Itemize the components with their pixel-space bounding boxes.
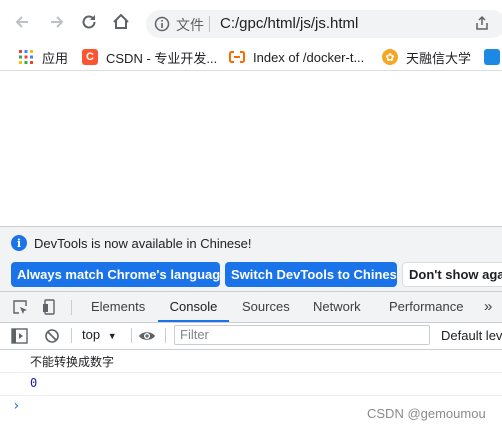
bookmark-label: CSDN - 专业开发... (106, 50, 218, 66)
bookmark-label: 应用 (42, 50, 69, 66)
back-icon[interactable] (12, 12, 32, 32)
toolbar-divider (71, 300, 72, 315)
csdn-icon: C (82, 49, 98, 65)
devtools-tabs: Elements Console Sources Network Perform… (0, 292, 502, 323)
context-value: top (82, 327, 101, 342)
dont-show-again-button[interactable]: Don't show agai (402, 262, 502, 287)
console-toolbar: top ▼ Filter Default lev (0, 323, 502, 350)
browser-toolbar: 文件 C:/gpc/html/js/js.html (0, 0, 502, 44)
toolbar-divider (131, 328, 132, 343)
bookmark-apps[interactable]: 应用 (18, 48, 68, 66)
aliyun-icon (229, 49, 245, 65)
tab-performance[interactable]: Performance (389, 292, 463, 322)
bookmark-overflow-icon (484, 49, 500, 65)
more-tabs-icon[interactable]: » (484, 292, 492, 322)
address-bar[interactable]: 文件 C:/gpc/html/js/js.html (146, 10, 502, 38)
switch-to-chinese-button[interactable]: Switch DevTools to Chinese (225, 262, 397, 287)
topsec-icon: ✿ (382, 49, 398, 65)
bookmark-csdn[interactable]: C CSDN - 专业开发... (82, 48, 217, 66)
watermark: CSDN @gemoumou (367, 406, 486, 421)
apps-grid-icon (18, 49, 34, 65)
home-icon[interactable] (111, 12, 131, 32)
reload-icon[interactable] (79, 12, 99, 32)
bookmark-docker-index[interactable]: Index of /docker-t... (229, 48, 364, 66)
page-content (0, 71, 502, 226)
bookmark-label: 天融信大学 (406, 50, 472, 66)
inspect-element-icon[interactable] (12, 299, 28, 315)
bookmark-overflow[interactable] (484, 48, 502, 66)
info-icon: i (11, 235, 27, 251)
console-message-number: 0 (30, 376, 38, 390)
infobar-message: DevTools is now available in Chinese! (34, 236, 252, 251)
tab-network[interactable]: Network (313, 292, 361, 322)
toolbar-divider (165, 328, 166, 343)
show-sidebar-icon[interactable] (11, 328, 28, 344)
clear-console-icon[interactable] (44, 328, 60, 344)
tab-console[interactable]: Console (158, 292, 229, 322)
address-prefix: 文件 (176, 17, 204, 33)
tab-elements[interactable]: Elements (91, 292, 145, 322)
device-toolbar-icon[interactable] (42, 299, 58, 315)
toolbar-divider (71, 328, 72, 343)
context-selector[interactable]: top ▼ (82, 327, 117, 342)
bookmark-label: Index of /docker-t... (253, 49, 365, 65)
always-match-language-button[interactable]: Always match Chrome's language (11, 262, 220, 287)
dropdown-arrow-icon: ▼ (107, 331, 117, 341)
devtools-panel: i DevTools is now available in Chinese! … (0, 226, 502, 433)
bookmarks-bar: 应用 C CSDN - 专业开发... Index of /docker-t..… (0, 44, 502, 71)
filter-input[interactable]: Filter (174, 325, 430, 345)
console-message: 0 (0, 373, 502, 396)
address-url[interactable]: C:/gpc/html/js/js.html (220, 15, 358, 32)
console-prompt-icon[interactable]: › (12, 398, 20, 414)
forward-icon[interactable] (47, 12, 67, 32)
console-message: 不能转换成数字 (0, 350, 502, 373)
log-levels-dropdown[interactable]: Default lev (441, 328, 502, 343)
live-expression-eye-icon[interactable] (138, 328, 155, 344)
bookmark-topsec[interactable]: ✿ 天融信大学 (382, 48, 471, 66)
share-icon[interactable] (474, 15, 490, 34)
tab-sources[interactable]: Sources (242, 292, 290, 322)
address-divider (209, 16, 210, 32)
site-info-icon[interactable] (154, 16, 170, 35)
console-message-text: 不能转换成数字 (30, 355, 115, 369)
language-infobar: i DevTools is now available in Chinese! … (0, 227, 502, 292)
